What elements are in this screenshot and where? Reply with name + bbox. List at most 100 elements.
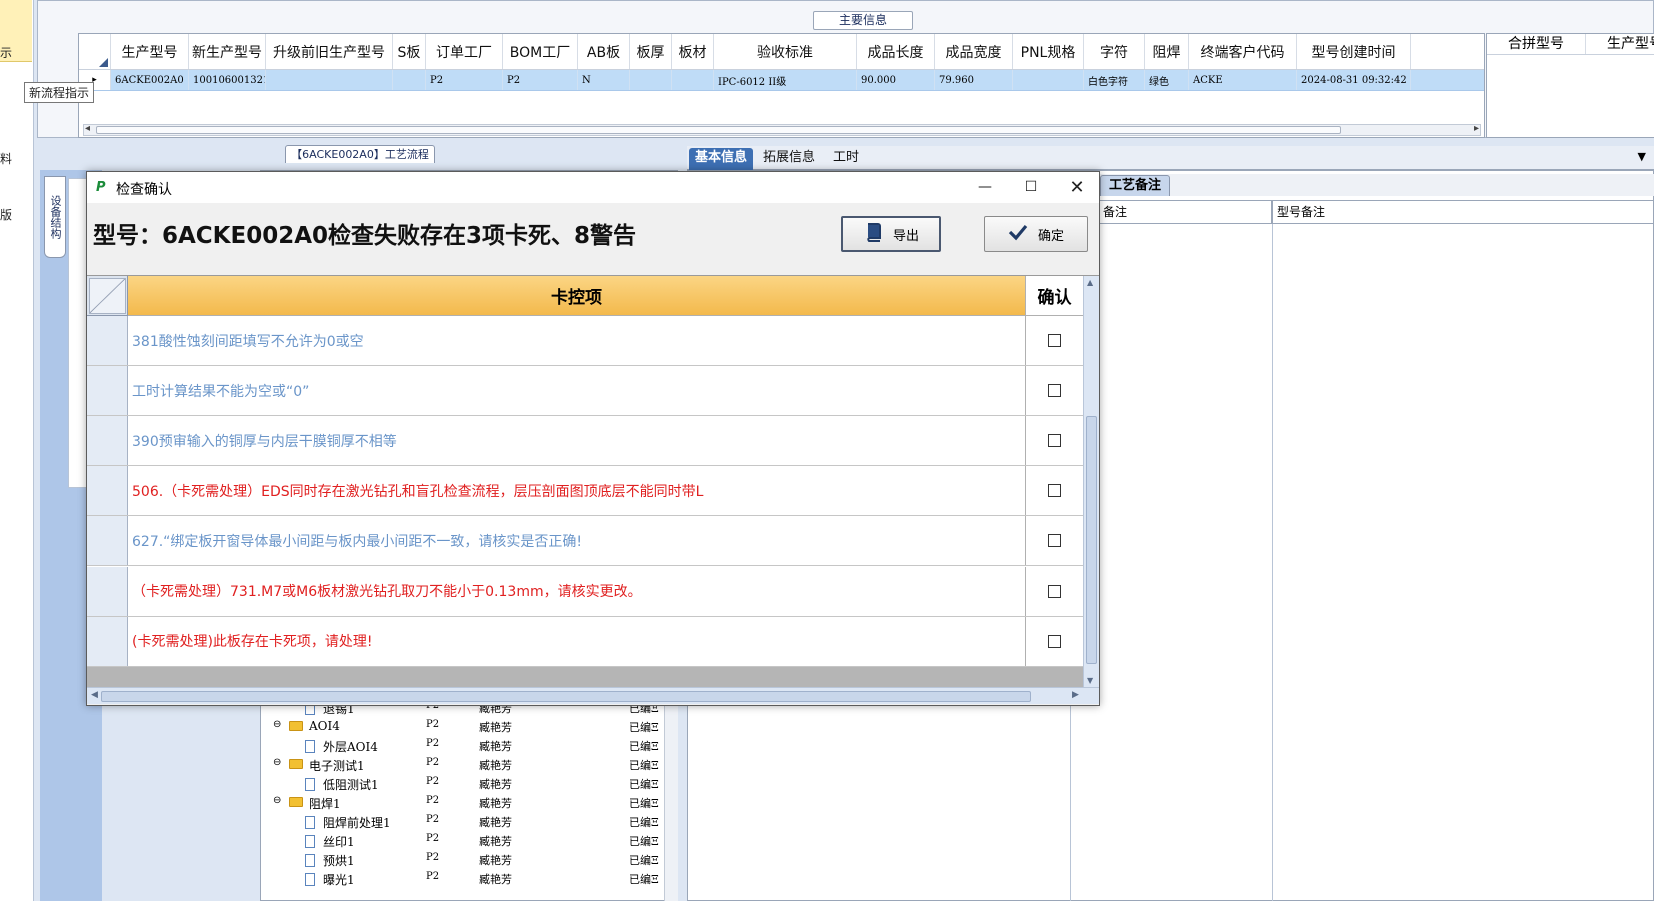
column-header[interactable]: 订单工厂: [426, 34, 503, 69]
tree-node[interactable]: 曝光1 P2 臧艳芳 已编Ξ: [261, 869, 679, 888]
tree-node[interactable]: 丝印1 P2 臧艳芳 已编Ξ: [261, 831, 679, 850]
row-indicator[interactable]: [87, 566, 128, 616]
grid-corner[interactable]: [79, 34, 111, 69]
column-header[interactable]: AB板: [578, 34, 630, 69]
maximize-icon[interactable]: ☐: [1011, 174, 1051, 200]
chevron-down-icon[interactable]: ▼: [1638, 150, 1646, 163]
confirm-checkbox[interactable]: [1026, 366, 1083, 415]
table-cell[interactable]: 绿色: [1145, 70, 1189, 90]
left-nav-fragment[interactable]: 版: [0, 206, 12, 223]
tab-process-remarks[interactable]: 工艺备注: [1100, 175, 1170, 196]
row-indicator[interactable]: [87, 516, 128, 566]
scroll-left-icon[interactable]: ◂: [85, 123, 90, 134]
tab-work-hours[interactable]: 工时: [827, 148, 865, 170]
check-grid-vscrollbar[interactable]: ▲ ▼: [1083, 276, 1099, 687]
export-button[interactable]: 导出: [841, 216, 941, 252]
table-cell[interactable]: 10010600132114: [189, 70, 266, 90]
checkbox-box[interactable]: [1048, 584, 1061, 598]
table-cell[interactable]: [266, 70, 393, 90]
column-header[interactable]: 成品长度: [857, 34, 935, 69]
tab-basic-info[interactable]: 基本信息: [689, 148, 754, 170]
checkbox-box[interactable]: [1048, 484, 1061, 498]
row-indicator[interactable]: [87, 416, 128, 466]
table-cell[interactable]: [393, 70, 426, 90]
confirm-checkbox[interactable]: [1026, 416, 1083, 465]
checkbox-box[interactable]: [1048, 634, 1061, 648]
vertical-tab-equipment[interactable]: 设备结构: [44, 176, 66, 258]
scroll-left-icon[interactable]: ◀: [91, 690, 98, 700]
confirm-button[interactable]: 确定: [984, 216, 1088, 252]
tree-vscrollbar[interactable]: [664, 691, 678, 901]
collapse-icon[interactable]: ⊖: [273, 795, 281, 806]
dialog-titlebar[interactable]: P 检查确认 — ☐ ✕: [87, 172, 1099, 203]
table-cell[interactable]: 白色字符: [1084, 70, 1145, 90]
column-header[interactable]: 新生产型号: [189, 34, 266, 69]
column-header[interactable]: 验收标准: [714, 34, 857, 69]
table-cell[interactable]: IPC-6012 II级: [714, 70, 857, 90]
table-cell[interactable]: [630, 70, 672, 90]
check-item-row[interactable]: 390预审输入的铜厚与内层干膜铜厚不相等: [87, 416, 1083, 467]
tree-node[interactable]: ⊖ 阻焊1 P2 臧艳芳 已编Ξ: [261, 793, 679, 812]
row-indicator[interactable]: [87, 316, 128, 365]
column-header[interactable]: BOM工厂: [503, 34, 578, 69]
row-indicator[interactable]: [87, 466, 128, 516]
confirm-checkbox[interactable]: [1026, 316, 1083, 365]
column-header[interactable]: PNL规格: [1013, 34, 1084, 69]
tree-node[interactable]: 外层AOI4 P2 臧艳芳 已编Ξ: [261, 736, 679, 755]
check-item-row[interactable]: 627.“绑定板开窗导体最小间距与板内最小间距不一致，请核实是否正确!: [87, 516, 1083, 567]
scroll-up-icon[interactable]: ▲: [1087, 278, 1093, 287]
prod-model-col[interactable]: 生产型号: [1586, 34, 1654, 54]
table-cell[interactable]: N: [578, 70, 630, 90]
scroll-thumb[interactable]: [96, 126, 1341, 134]
table-cell[interactable]: [1013, 70, 1084, 90]
checkbox-box[interactable]: [1048, 434, 1061, 448]
scroll-thumb[interactable]: [101, 691, 1031, 702]
column-header[interactable]: 型号创建时间: [1297, 34, 1411, 69]
left-nav-fragment[interactable]: 料: [0, 150, 12, 167]
table-row[interactable]: ▸ 6ACKE002A010010600132114P2P2NIPC-6012 …: [79, 70, 1484, 91]
confirm-checkbox[interactable]: [1026, 617, 1083, 666]
check-item-row[interactable]: (卡死需处理)此板存在卡死项，请处理!: [87, 616, 1083, 667]
tree-node[interactable]: 预烘1 P2 臧艳芳 已编Ξ: [261, 850, 679, 869]
check-item-row[interactable]: 工时计算结果不能为空或“0”: [87, 366, 1083, 417]
column-header[interactable]: 字符: [1084, 34, 1145, 69]
checkbox-box[interactable]: [1048, 384, 1061, 398]
merge-model-col[interactable]: 合拼型号: [1487, 34, 1586, 54]
column-header[interactable]: 板厚: [630, 34, 672, 69]
column-header[interactable]: 成品宽度: [935, 34, 1013, 69]
confirm-checkbox[interactable]: [1026, 516, 1083, 565]
row-indicator[interactable]: [87, 616, 128, 666]
table-cell[interactable]: 90.000: [857, 70, 935, 90]
table-cell[interactable]: 6ACKE002A0: [111, 70, 189, 90]
table-cell[interactable]: 79.960: [935, 70, 1013, 90]
check-item-row[interactable]: （卡死需处理）731.M7或M6板材激光钻孔取刀不能小于0.13mm，请核实更改…: [87, 566, 1083, 617]
tab-extended-info[interactable]: 拓展信息: [757, 148, 821, 170]
row-indicator[interactable]: [87, 366, 128, 416]
table-cell[interactable]: P2: [503, 70, 578, 90]
confirm-checkbox[interactable]: [1026, 466, 1083, 515]
close-icon[interactable]: ✕: [1057, 174, 1097, 200]
grid-corner[interactable]: [87, 276, 128, 316]
check-grid-hscrollbar[interactable]: ◀ ▶: [87, 687, 1099, 704]
check-item-row[interactable]: 506.（卡死需处理）EDS同时存在激光钻孔和盲孔检查流程，层压剖面图顶底层不能…: [87, 466, 1083, 517]
column-header[interactable]: 阻焊: [1145, 34, 1189, 69]
check-item-row[interactable]: 381酸性蚀刻间距填写不允许为0或空: [87, 316, 1083, 366]
collapse-icon[interactable]: ⊖: [273, 719, 281, 730]
column-header[interactable]: 板材: [672, 34, 714, 69]
table-cell[interactable]: P2: [426, 70, 503, 90]
process-flow-caption[interactable]: 【6ACKE002A0】工艺流程: [285, 145, 435, 163]
tree-node[interactable]: ⊖ AOI4 P2 臧艳芳 已编Ξ: [261, 717, 679, 736]
column-header[interactable]: S板: [393, 34, 426, 69]
col-confirm[interactable]: 确认: [1026, 276, 1083, 316]
scroll-down-icon[interactable]: ▼: [1087, 676, 1093, 685]
scroll-right-icon[interactable]: ▶: [1072, 690, 1079, 700]
table-cell[interactable]: [672, 70, 714, 90]
col-check-item[interactable]: 卡控项: [128, 276, 1026, 316]
column-header[interactable]: 升级前旧生产型号: [266, 34, 393, 69]
checkbox-box[interactable]: [1048, 534, 1061, 548]
scroll-right-icon[interactable]: ▸: [1474, 123, 1479, 134]
checkbox-box[interactable]: [1048, 334, 1061, 347]
scroll-thumb[interactable]: [1086, 416, 1097, 664]
column-header[interactable]: 生产型号: [111, 34, 189, 69]
minimize-icon[interactable]: —: [965, 174, 1005, 200]
